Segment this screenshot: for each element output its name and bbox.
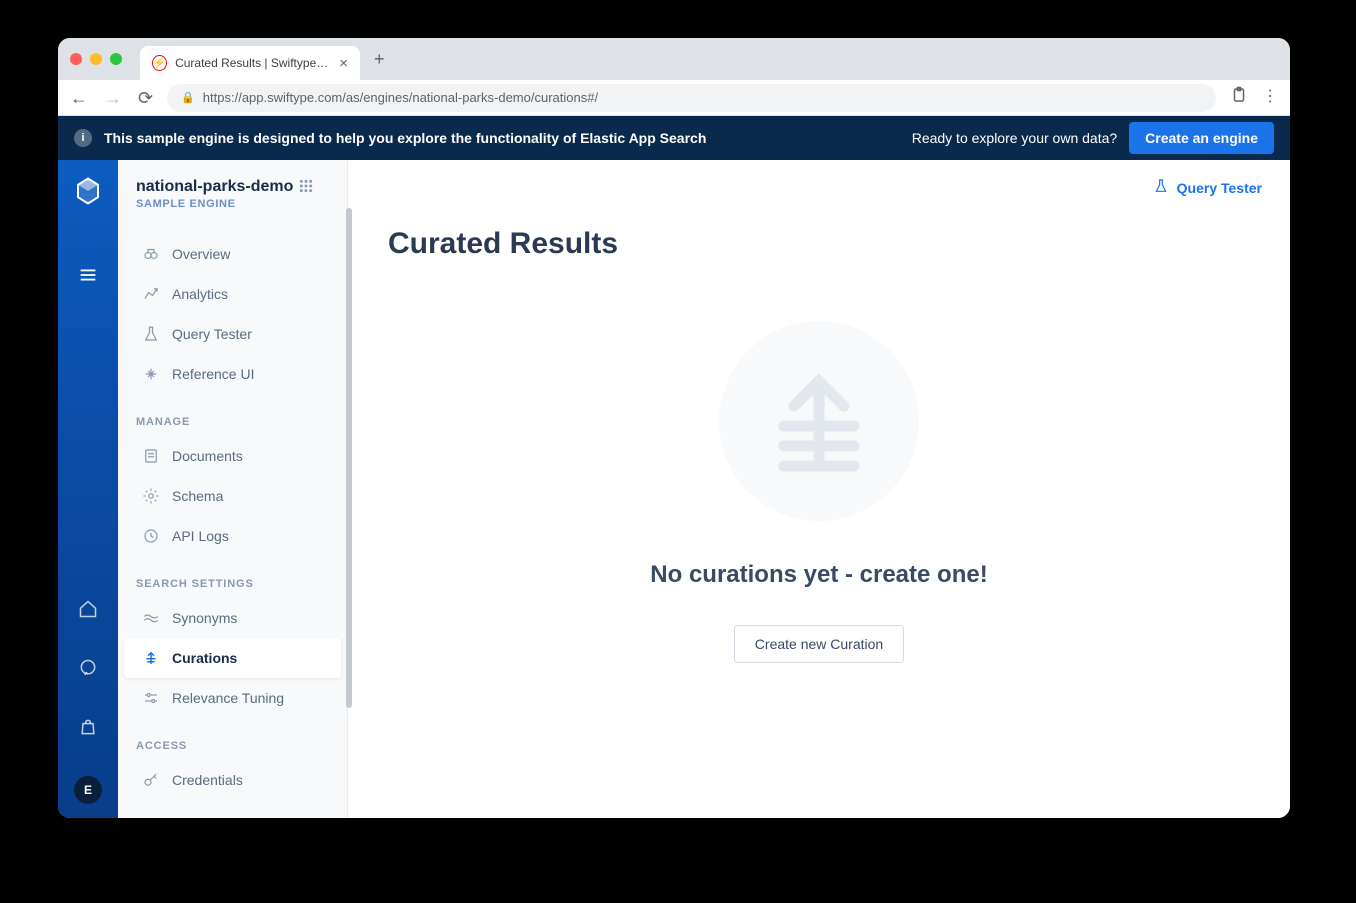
- sidebar-item-api-logs[interactable]: API Logs: [124, 516, 341, 556]
- reload-button[interactable]: ⟳: [138, 89, 153, 107]
- sparkle-icon: [142, 365, 160, 383]
- home-icon[interactable]: [78, 599, 98, 624]
- user-avatar[interactable]: E: [74, 776, 102, 804]
- sidebar-item-label: Synonyms: [172, 610, 237, 626]
- sidebar-item-label: Curations: [172, 650, 237, 666]
- close-tab-icon[interactable]: ×: [339, 55, 348, 72]
- query-tester-label: Query Tester: [1177, 180, 1262, 196]
- back-button[interactable]: ←: [70, 89, 88, 107]
- flask-icon: [1153, 178, 1169, 197]
- sidebar-item-query-tester[interactable]: Query Tester: [124, 314, 341, 354]
- section-title-search-settings: SEARCH SETTINGS: [118, 570, 347, 598]
- app-body: E national-parks-demo SAMPLE ENGINE Over…: [58, 160, 1290, 818]
- info-icon: i: [74, 129, 92, 147]
- tab-title: Curated Results | Swiftype App: [175, 56, 329, 70]
- window-controls: [70, 53, 122, 65]
- sidebar-item-label: Query Tester: [172, 326, 252, 342]
- close-window-button[interactable]: [70, 53, 82, 65]
- gear-icon: [142, 487, 160, 505]
- forward-button[interactable]: →: [104, 89, 122, 107]
- sidebar-item-analytics[interactable]: Analytics: [124, 274, 341, 314]
- engine-header: national-parks-demo SAMPLE ENGINE: [118, 160, 347, 224]
- maximize-window-button[interactable]: [110, 53, 122, 65]
- section-title-access: ACCESS: [118, 732, 347, 760]
- sidebar: national-parks-demo SAMPLE ENGINE Overvi…: [118, 160, 348, 818]
- sidebar-item-label: Relevance Tuning: [172, 690, 284, 706]
- nav-controls: ← → ⟳: [70, 89, 153, 107]
- chat-icon[interactable]: [78, 658, 98, 683]
- document-icon: [142, 447, 160, 465]
- extension-icon[interactable]: [1230, 86, 1248, 109]
- main-content: Query Tester Curated Results No curation…: [348, 160, 1290, 818]
- sidebar-item-label: Analytics: [172, 286, 228, 302]
- sliders-icon: [142, 689, 160, 707]
- global-rail: E: [58, 160, 118, 818]
- sidebar-item-relevance-tuning[interactable]: Relevance Tuning: [124, 678, 341, 718]
- browser-window: ⚡ Curated Results | Swiftype App × + ← →…: [58, 38, 1290, 818]
- clock-icon: [142, 527, 160, 545]
- sidebar-item-reference-ui[interactable]: Reference UI: [124, 354, 341, 394]
- new-tab-button[interactable]: +: [374, 49, 385, 70]
- grid-icon[interactable]: [299, 179, 313, 196]
- engine-name: national-parks-demo: [136, 178, 293, 196]
- sidebar-item-label: API Logs: [172, 528, 229, 544]
- curations-icon: [142, 649, 160, 667]
- url-text: https://app.swiftype.com/as/engines/nati…: [203, 90, 598, 105]
- banner-right-text: Ready to explore your own data?: [912, 130, 1117, 146]
- sidebar-scrollbar[interactable]: [346, 208, 352, 708]
- bag-icon[interactable]: [78, 717, 98, 742]
- engine-label: SAMPLE ENGINE: [136, 198, 329, 210]
- lock-icon: 🔒: [181, 91, 195, 104]
- toolbar-right: ⋮: [1230, 86, 1278, 109]
- tab-strip: ⚡ Curated Results | Swiftype App × +: [58, 38, 1290, 80]
- empty-state-icon: [719, 321, 919, 521]
- address-bar[interactable]: 🔒 https://app.swiftype.com/as/engines/na…: [167, 84, 1216, 112]
- empty-state-title: No curations yet - create one!: [650, 561, 987, 589]
- sidebar-item-label: Credentials: [172, 772, 243, 788]
- query-tester-link[interactable]: Query Tester: [1153, 178, 1262, 197]
- browser-tab[interactable]: ⚡ Curated Results | Swiftype App ×: [140, 46, 360, 80]
- sidebar-item-overview[interactable]: Overview: [124, 234, 341, 274]
- sidebar-item-curations[interactable]: Curations: [124, 638, 341, 678]
- section-title-manage: MANAGE: [118, 408, 347, 436]
- browser-toolbar: ← → ⟳ 🔒 https://app.swiftype.com/as/engi…: [58, 80, 1290, 116]
- chart-icon: [142, 285, 160, 303]
- hamburger-icon[interactable]: [77, 264, 99, 291]
- app-logo-icon[interactable]: [73, 176, 103, 206]
- wave-icon: [142, 609, 160, 627]
- banner-text: This sample engine is designed to help y…: [104, 130, 706, 146]
- binoculars-icon: [142, 245, 160, 263]
- flask-icon: [142, 325, 160, 343]
- create-curation-button[interactable]: Create new Curation: [734, 625, 904, 663]
- page-title: Curated Results: [388, 227, 618, 261]
- sidebar-item-synonyms[interactable]: Synonyms: [124, 598, 341, 638]
- sidebar-item-label: Overview: [172, 246, 230, 262]
- key-icon: [142, 771, 160, 789]
- menu-icon[interactable]: ⋮: [1262, 86, 1278, 109]
- sidebar-item-label: Schema: [172, 488, 223, 504]
- sidebar-item-schema[interactable]: Schema: [124, 476, 341, 516]
- minimize-window-button[interactable]: [90, 53, 102, 65]
- create-engine-button[interactable]: Create an engine: [1129, 122, 1274, 154]
- sidebar-item-documents[interactable]: Documents: [124, 436, 341, 476]
- sample-banner: i This sample engine is designed to help…: [58, 116, 1290, 160]
- sidebar-item-credentials[interactable]: Credentials: [124, 760, 341, 800]
- sidebar-item-label: Documents: [172, 448, 243, 464]
- favicon-icon: ⚡: [152, 55, 167, 71]
- sidebar-item-label: Reference UI: [172, 366, 254, 382]
